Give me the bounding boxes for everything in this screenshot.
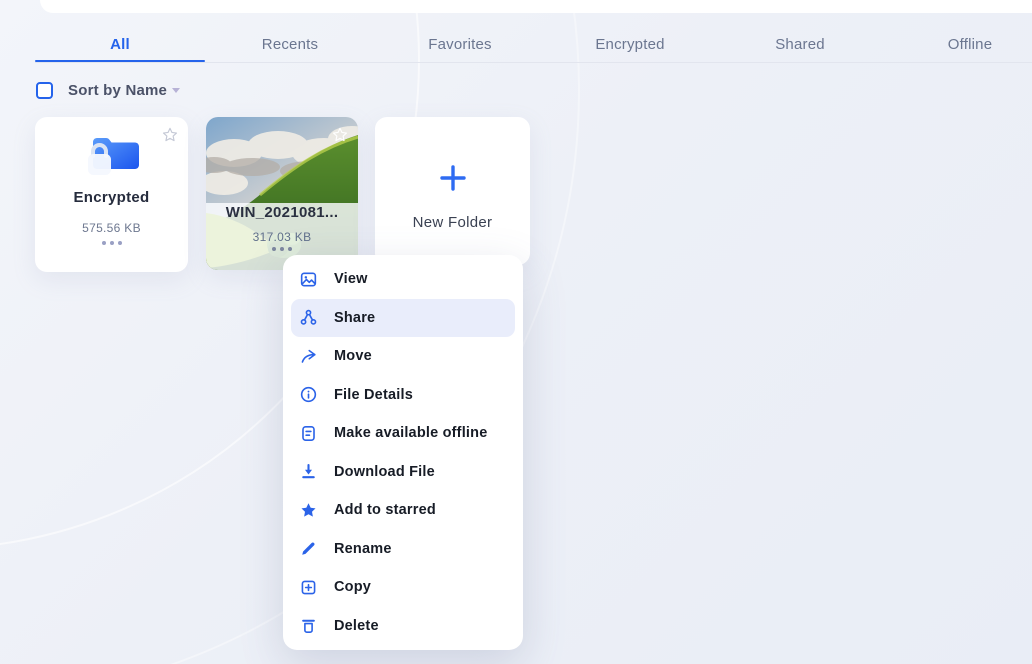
menu-item-label: Download File [334, 463, 435, 480]
menu-item-view[interactable]: View [291, 260, 515, 299]
info-icon [299, 385, 318, 404]
more-options-button[interactable] [206, 247, 358, 251]
menu-item-copy[interactable]: Copy [291, 568, 515, 607]
menu-item-add-starred[interactable]: Add to starred [291, 491, 515, 530]
sort-by-label[interactable]: Sort by Name [68, 82, 167, 99]
file-card-encrypted[interactable]: Encrypted 575.56 KB [35, 117, 188, 272]
category-tabs: All Recents Favorites Encrypted Shared O… [35, 28, 1032, 63]
star-icon [299, 501, 318, 520]
plus-icon [439, 165, 466, 191]
menu-item-make-offline[interactable]: Make available offline [291, 414, 515, 453]
tab-shared-label: Shared [775, 36, 825, 53]
file-size: 575.56 KB [82, 221, 141, 235]
menu-item-delete[interactable]: Delete [291, 607, 515, 646]
favorite-star-icon[interactable] [331, 126, 349, 144]
menu-item-label: Make available offline [334, 425, 488, 442]
sort-caret-icon[interactable] [172, 88, 180, 93]
menu-item-label: Share [334, 309, 376, 326]
file-size: 317.03 KB [252, 230, 312, 244]
file-name: WIN_2021081... [225, 204, 339, 221]
folder-lock-icon [87, 138, 139, 175]
menu-item-label: File Details [334, 386, 413, 403]
menu-item-label: Copy [334, 579, 372, 596]
menu-item-move[interactable]: Move [291, 337, 515, 376]
tab-offline[interactable]: Offline [885, 28, 1032, 62]
menu-item-download[interactable]: Download File [291, 453, 515, 492]
file-name: Encrypted [73, 189, 150, 206]
tab-favorites-label: Favorites [428, 36, 492, 53]
download-icon [299, 462, 318, 481]
favorite-star-icon[interactable] [161, 126, 179, 144]
tab-encrypted[interactable]: Encrypted [545, 28, 715, 62]
image-icon [299, 270, 318, 289]
trash-icon [299, 616, 318, 635]
note-icon [299, 424, 318, 443]
menu-item-label: View [334, 271, 368, 288]
select-all-checkbox[interactable] [36, 82, 53, 99]
menu-item-label: Rename [334, 540, 392, 557]
menu-item-share[interactable]: Share [291, 298, 515, 337]
new-folder-card[interactable]: New Folder [375, 117, 530, 265]
tab-encrypted-label: Encrypted [595, 36, 665, 53]
menu-item-label: Add to starred [334, 502, 436, 519]
menu-item-file-details[interactable]: File Details [291, 376, 515, 415]
file-context-menu: View Share Move File Details Make availa… [283, 255, 523, 650]
tab-recents-label: Recents [261, 36, 319, 53]
move-arrow-icon [299, 347, 318, 366]
tab-all[interactable]: All [35, 28, 205, 62]
new-folder-label: New Folder [412, 214, 493, 231]
menu-item-label: Delete [334, 617, 379, 634]
tab-favorites[interactable]: Favorites [375, 28, 545, 62]
menu-item-label: Move [334, 348, 372, 365]
tab-all-label: All [110, 36, 130, 53]
menu-item-rename[interactable]: Rename [291, 530, 515, 569]
file-manager-screen: All Recents Favorites Encrypted Shared O… [0, 0, 1032, 664]
copy-plus-icon [299, 578, 318, 597]
pencil-icon [299, 539, 318, 558]
more-options-button[interactable] [35, 241, 188, 245]
tab-recents[interactable]: Recents [205, 28, 375, 62]
tab-shared[interactable]: Shared [715, 28, 885, 62]
share-nodes-icon [299, 308, 318, 327]
file-card-image[interactable]: WIN_2021081... 317.03 KB [206, 117, 358, 270]
tab-offline-label: Offline [947, 36, 993, 53]
top-bar-remnant [40, 0, 1032, 13]
